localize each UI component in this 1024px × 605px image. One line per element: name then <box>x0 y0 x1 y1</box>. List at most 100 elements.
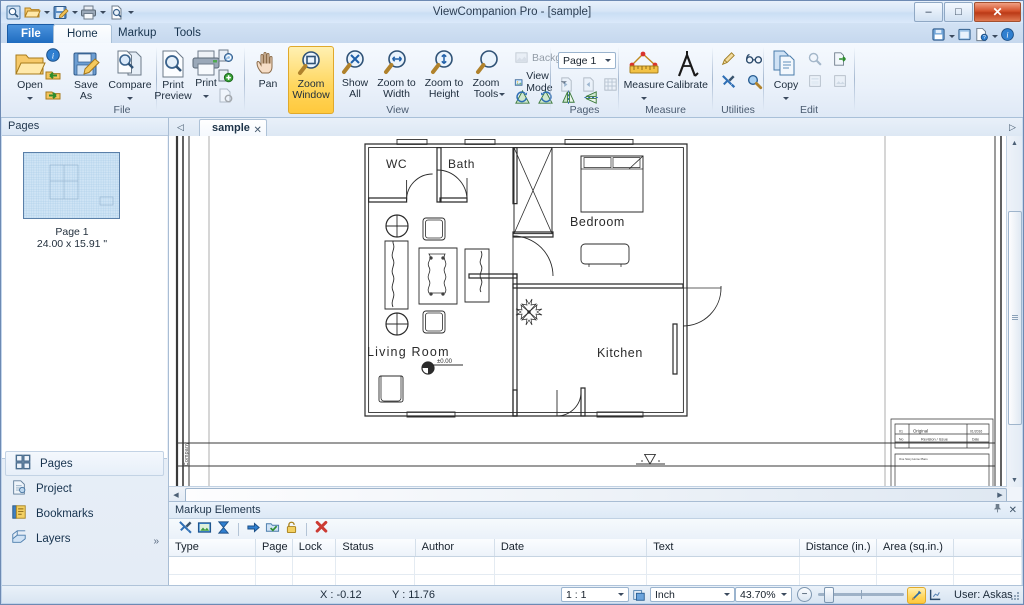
table-row[interactable] <box>169 557 1022 575</box>
copy-caret-icon[interactable] <box>783 96 789 100</box>
sidebar-item-pages[interactable]: Pages <box>5 451 164 476</box>
maximize-button[interactable]: □ <box>944 2 973 22</box>
find-button[interactable] <box>807 51 823 70</box>
unit-caret-icon[interactable] <box>719 588 734 601</box>
pen-tool-button[interactable] <box>720 51 736 70</box>
close-button[interactable]: ✕ <box>974 2 1021 22</box>
drawing-canvas[interactable]: Company 01 Original 01/2016 No Revision … <box>169 136 1007 487</box>
help-dropdown-arrow[interactable] <box>991 28 998 44</box>
calibrate-button[interactable]: Calibrate <box>664 49 710 91</box>
unit-selector[interactable]: Inch <box>650 587 735 602</box>
magnifier-blue-button[interactable] <box>746 73 763 93</box>
scroll-left-arrow[interactable]: ◀ <box>169 487 183 502</box>
pan-button[interactable]: Pan <box>248 49 288 90</box>
next-page-button[interactable] <box>580 76 597 96</box>
column-header-author[interactable]: Author <box>416 539 495 556</box>
column-header-lock[interactable]: Lock <box>293 539 337 556</box>
tab-file[interactable]: File <box>7 24 55 43</box>
export-icon <box>45 91 61 100</box>
clipboard-image-button[interactable] <box>832 73 848 92</box>
zoom-out-button[interactable]: − <box>797 587 812 602</box>
window-layout-icon[interactable] <box>957 27 972 45</box>
markup-export-button[interactable] <box>197 520 212 538</box>
zoom-tools-caret-icon[interactable] <box>499 92 506 96</box>
print-caret-icon[interactable] <box>203 94 209 98</box>
compare-caret-icon[interactable] <box>127 96 133 100</box>
help-document-icon[interactable]: ? <box>974 27 989 45</box>
tab-prev-button[interactable]: ◁ <box>175 121 186 133</box>
export-selection-button[interactable] <box>832 51 848 70</box>
sidebar-item-layers[interactable]: Layers <box>2 526 167 551</box>
show-all-button[interactable]: Show All <box>336 49 374 100</box>
scale-selector[interactable]: 1 : 1 <box>561 587 629 602</box>
scroll-up-arrow[interactable]: ▲ <box>1007 136 1022 150</box>
paste-special-button[interactable] <box>807 73 823 92</box>
goto-page-button[interactable] <box>602 76 619 96</box>
batch-convert-button[interactable] <box>217 47 234 67</box>
add-document-button[interactable] <box>217 67 234 87</box>
zoom-slider-track[interactable] <box>818 587 904 603</box>
glasses-button[interactable] <box>745 51 763 70</box>
column-header-date[interactable]: Date <box>495 539 648 556</box>
measure-button[interactable]: Measure <box>622 49 666 104</box>
markup-settings-button[interactable] <box>178 520 193 538</box>
column-header-area[interactable]: Area (sq.in.) <box>877 539 955 556</box>
column-header-spacer[interactable] <box>954 539 1022 556</box>
column-header-distance[interactable]: Distance (in.) <box>800 539 878 556</box>
tab-next-button[interactable]: ▷ <box>1007 121 1018 133</box>
axes-toggle[interactable] <box>928 588 942 605</box>
markup-sum-button[interactable] <box>216 520 231 538</box>
open-caret-icon[interactable] <box>27 96 33 100</box>
zoom-width-button[interactable]: Zoom to Width <box>373 49 420 100</box>
scroll-down-arrow[interactable]: ▼ <box>1007 473 1022 487</box>
import-button[interactable] <box>45 67 61 86</box>
save-layout-dropdown-arrow[interactable] <box>948 28 955 44</box>
scale-icon[interactable] <box>632 588 646 605</box>
markup-delete-button[interactable] <box>314 520 329 538</box>
tab-home[interactable]: Home <box>53 24 112 44</box>
save-layout-icon[interactable] <box>931 27 946 45</box>
zoom-slider-knob[interactable] <box>824 587 834 603</box>
markup-panel-close-icon[interactable]: ✕ <box>1009 503 1017 519</box>
measure-cursor-toggle[interactable] <box>907 587 926 604</box>
vertical-scroll-thumb[interactable] <box>1008 211 1022 425</box>
zoom-level-selector[interactable]: 43.70% <box>735 587 792 602</box>
page-selector-caret-icon[interactable] <box>600 53 615 68</box>
pin-icon[interactable] <box>993 503 1002 519</box>
markup-move-button[interactable] <box>246 520 261 538</box>
print-preview-button[interactable]: Print Preview <box>151 49 195 102</box>
compare-button[interactable]: Compare <box>105 49 155 104</box>
resize-grip[interactable] <box>1009 590 1021 602</box>
column-header-text[interactable]: Text <box>647 539 800 556</box>
page-thumbnail-caption: Page 1 24.00 x 15.91 " <box>2 226 142 250</box>
page-selector[interactable]: Page 1 <box>558 52 616 69</box>
scroll-right-arrow[interactable]: ▶ <box>993 487 1007 502</box>
column-header-status[interactable]: Status <box>336 539 416 556</box>
sidebar-item-bookmarks[interactable]: Bookmarks <box>2 501 167 526</box>
zoom-tools-button[interactable]: Zoom Tools <box>468 49 510 100</box>
tab-markup[interactable]: Markup <box>105 24 169 43</box>
minimize-button[interactable]: – <box>914 2 943 22</box>
save-as-label: Save As <box>74 79 98 102</box>
tab-tools[interactable]: Tools <box>161 24 214 43</box>
copy-button[interactable]: Copy <box>767 49 805 104</box>
about-icon[interactable]: i <box>1000 27 1015 45</box>
canvas-vertical-scrollbar[interactable]: ▲ ▼ <box>1006 136 1022 487</box>
zoom-slider-control[interactable]: − + <box>797 587 925 603</box>
markup-properties-button[interactable] <box>265 520 280 538</box>
scale-caret-icon[interactable] <box>613 588 628 601</box>
zoom-caret-icon[interactable] <box>776 588 791 601</box>
sidebar-item-project[interactable]: Project <box>2 476 167 501</box>
expand-panel-chevron[interactable]: » <box>153 536 159 547</box>
page-thumbnail[interactable] <box>23 152 120 219</box>
save-as-button[interactable]: Save As <box>67 49 105 102</box>
column-header-page[interactable]: Page <box>256 539 293 556</box>
previous-page-button[interactable] <box>558 76 575 96</box>
file-info-button[interactable]: i <box>45 47 61 66</box>
markup-lock-button[interactable] <box>284 520 299 538</box>
measure-caret-icon[interactable] <box>641 96 647 100</box>
column-header-type[interactable]: Type <box>169 539 256 556</box>
tools-cross-button[interactable] <box>720 73 737 93</box>
zoom-height-button[interactable]: Zoom to Height <box>420 49 468 100</box>
document-tab-sample[interactable]: sample ✕ <box>199 119 267 137</box>
